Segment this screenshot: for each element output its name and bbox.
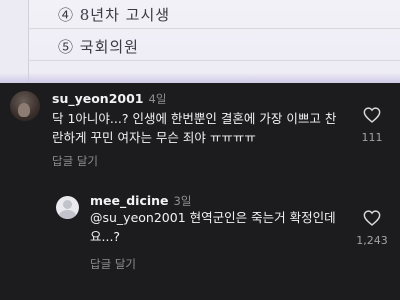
comment-text: 닥 1아니야...? 인생에 한번뿐인 결혼에 가장 이쁘고 찬란하게 꾸민 여…	[52, 111, 337, 145]
like-column: 111	[352, 107, 392, 144]
username[interactable]: mee_dicine	[90, 193, 169, 208]
comment-item: su_yeon2001 4일 닥 1아니야...? 인생에 한번뿐인 결혼에 가장…	[0, 83, 400, 173]
timestamp: 4일	[148, 92, 167, 106]
image-edge-fade	[0, 73, 400, 83]
comment-meta: su_yeon2001 4일	[52, 91, 166, 107]
username[interactable]: su_yeon2001	[52, 91, 144, 106]
paper-rule	[28, 60, 400, 61]
heart-icon[interactable]	[363, 107, 381, 123]
exam-option-4: ④ 8년차 고시생	[58, 6, 171, 24]
comment-text: @su_yeon2001 현역군인은 죽는거 확정인데요...?	[90, 210, 336, 244]
post-image: ④ 8년차 고시생 ⑤ 국회의원	[0, 0, 400, 83]
comment-meta: mee_dicine 3일	[90, 193, 191, 209]
exam-option-5: ⑤ 국회의원	[58, 38, 139, 56]
default-profile-icon[interactable]	[56, 196, 79, 219]
like-count: 1,243	[356, 234, 388, 247]
comment-item: mee_dicine 3일 @su_yeon2001 현역군인은 죽는거 확정인데…	[0, 188, 400, 300]
like-count: 111	[361, 131, 383, 144]
timestamp: 3일	[173, 194, 192, 208]
paper-rule	[28, 28, 400, 29]
reply-button[interactable]: 답글 달기	[90, 256, 136, 272]
avatar[interactable]	[10, 91, 40, 121]
reply-button[interactable]: 답글 달기	[52, 153, 98, 169]
heart-icon[interactable]	[363, 210, 381, 226]
like-column: 1,243	[352, 210, 392, 247]
